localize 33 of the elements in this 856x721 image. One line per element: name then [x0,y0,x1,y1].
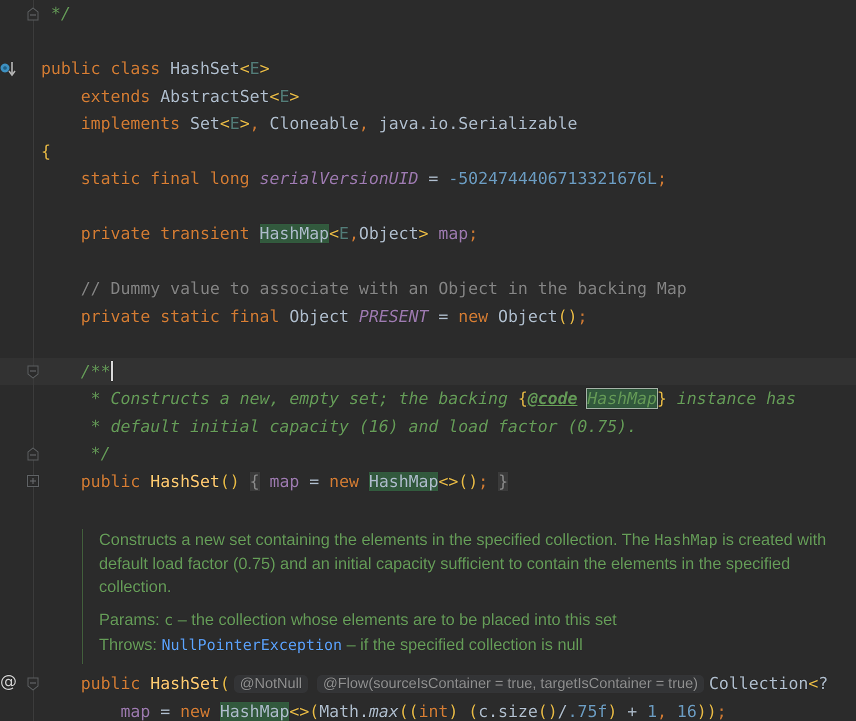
annotation-marker[interactable]: @ [0,672,17,692]
code-line: public class HashSet<E> [41,59,270,78]
code-line: /** [80,362,111,381]
inlay-hint[interactable]: @NotNull [234,674,308,693]
code-line: private static final Object PRESENT = new Object(); [80,306,588,326]
code-line: map = new HashMap<>(Math.max((int) (c.size()/.75f) + 1, 16)); [119,702,727,721]
code-line: // Dummy value to associate with an Object in the backing Map [80,279,687,298]
code-line: * default initial capacity (16) and load factor (0.75). [90,416,638,436]
code-line: { [41,142,51,161]
doc-line: Constructs a new set containing the elements in the specified collection. The HashMap is created with [99,530,826,551]
code-line: private transient HashMap<E,Object> map; [80,224,478,244]
doc-line: Throws: NullPointerException – if the specified collection is null [99,634,584,656]
fold-icon[interactable] [27,364,39,378]
doc-line: Params: c – the collection whose elements are to be placed into this set [99,610,618,630]
code-text: public HashSet( [80,674,230,694]
override-icon[interactable] [0,60,16,78]
link[interactable]: NullPointerException [161,636,342,654]
fold-icon[interactable] [27,7,39,21]
code-text: Collection<? [709,674,828,694]
expand-icon[interactable] [27,474,39,486]
text-caret [110,361,113,382]
code-line: * Constructs a new, empty set; the backing {@code HashMap} instance has [90,389,796,408]
code-line: static final long serialVersionUID = -5024744406713321676L; [80,169,667,188]
doc-line: default load factor (0.75) and an initial capacity sufficient to contain the elements in the specified [99,554,792,574]
fold-icon[interactable] [27,677,39,691]
code-line: extends AbstractSet<E> [80,86,300,106]
code-line: */ [90,444,111,464]
inlay-hint[interactable]: @Flow(sourceIsContainer = true, targetIsContainer = true) [317,674,704,693]
code-line: public HashSet() { map = new HashMap<>(); } [80,472,508,491]
code-line: implements Set<E>, Cloneable, java.io.Serializable [80,114,578,134]
code-line: */ [50,4,71,24]
fold-icon[interactable] [27,447,39,461]
doc-line: collection. [99,577,172,598]
